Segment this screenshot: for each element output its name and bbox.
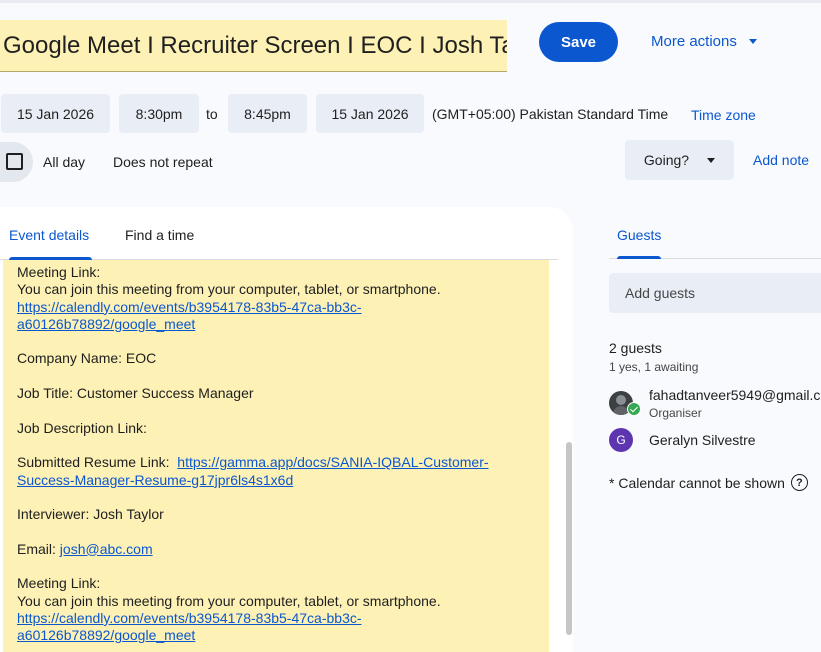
all-day-label: All day: [43, 154, 86, 170]
event-title-text: Google Meet I Recruiter Screen I EOC I J…: [3, 32, 507, 59]
save-button[interactable]: Save: [539, 22, 618, 62]
add-guests-input[interactable]: [609, 273, 821, 313]
event-details-panel: Event details Find a time Meeting Link: …: [0, 207, 573, 652]
description-scrollbar[interactable]: [566, 442, 572, 635]
desc-meeting-link-label: Meeting Link:: [17, 264, 101, 280]
repeat-dropdown[interactable]: Does not repeat: [113, 154, 213, 170]
guest-count: 2 guests: [609, 340, 662, 356]
calendly-link-2[interactable]: https://calendly.com/events/b3954178-83b…: [17, 610, 362, 643]
timezone-link[interactable]: Time zone: [691, 107, 756, 123]
help-icon[interactable]: ?: [790, 474, 808, 491]
desc-meeting-link-label-2: Meeting Link:: [17, 575, 101, 592]
event-description[interactable]: Meeting Link: You can join this meeting …: [3, 260, 549, 652]
going-dropdown[interactable]: Going?: [625, 140, 734, 180]
guests-tab-indicator: [617, 256, 661, 259]
to-label: to: [206, 106, 218, 122]
more-actions-label: More actions: [651, 32, 737, 50]
add-note-link[interactable]: Add note: [753, 152, 809, 168]
avatar: G: [609, 428, 633, 452]
calendly-link[interactable]: https://calendly.com/events/b3954178-83b…: [17, 299, 362, 332]
desc-resume-label: Submitted Resume Link:: [17, 454, 178, 471]
all-day-checkbox-wrap[interactable]: [0, 142, 33, 182]
desc-email-label: Email:: [17, 540, 60, 557]
end-date-chip[interactable]: 15 Jan 2026: [316, 94, 424, 133]
start-date-chip[interactable]: 15 Jan 2026: [1, 94, 110, 133]
top-divider: [0, 0, 821, 3]
start-time-chip[interactable]: 8:30pm: [119, 94, 199, 133]
person-icon: [616, 395, 626, 405]
desc-join-text-2: You can join this meeting from your comp…: [17, 592, 441, 609]
guest-name[interactable]: Geralyn Silvestre: [649, 432, 756, 448]
guest-role: Organiser: [649, 406, 702, 420]
guest-rsvp-summary: 1 yes, 1 awaiting: [609, 360, 699, 374]
all-day-checkbox[interactable]: [6, 153, 23, 170]
calendar-note: * Calendar cannot be shown ?: [609, 474, 808, 491]
event-title-field[interactable]: Google Meet I Recruiter Screen I EOC I J…: [0, 20, 507, 72]
dropdown-caret-icon: [748, 38, 757, 44]
calendar-note-text: * Calendar cannot be shown: [609, 474, 785, 491]
end-time-chip[interactable]: 8:45pm: [228, 94, 307, 133]
timezone-text: (GMT+05:00) Pakistan Standard Time: [432, 106, 669, 122]
desc-interviewer: Interviewer: Josh Taylor: [17, 506, 164, 523]
guest-name[interactable]: fahadtanveer5949@gmail.com: [649, 387, 821, 403]
desc-job-description: Job Description Link:: [17, 419, 147, 436]
going-label: Going?: [643, 152, 690, 168]
desc-join-text: You can join this meeting from your comp…: [17, 281, 441, 298]
going-caret-icon: [707, 157, 716, 163]
tab-guests[interactable]: Guests: [617, 227, 661, 243]
tab-find-a-time[interactable]: Find a time: [125, 227, 194, 243]
desc-job-title: Job Title: Customer Success Manager: [17, 385, 254, 402]
accepted-check-icon: [627, 402, 641, 416]
desc-company: Company Name: EOC: [17, 350, 157, 367]
email-link[interactable]: josh@abc.com: [60, 541, 153, 557]
more-actions-button[interactable]: More actions: [651, 29, 757, 53]
tab-event-details[interactable]: Event details: [9, 227, 89, 243]
